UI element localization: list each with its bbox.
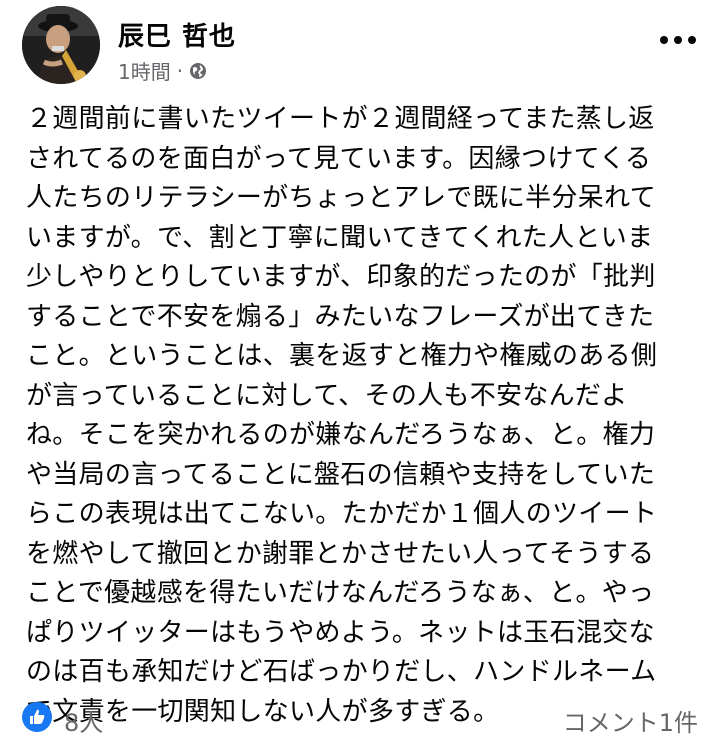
comments-count[interactable]: コメント1件 (563, 703, 698, 738)
post-footer: 8人 コメント1件 (22, 698, 698, 738)
more-dot (674, 36, 682, 44)
post-timestamp[interactable]: 1時間 (118, 56, 171, 85)
more-dot (660, 36, 668, 44)
more-dot (688, 36, 696, 44)
avatar-photo (22, 6, 100, 84)
post-body: ２週間前に書いたツイートが２週間経ってまた蒸し返 されてるのを面白がって見ていま… (26, 104, 658, 727)
thumbs-up-icon[interactable] (22, 702, 52, 732)
facebook-post: 辰巳 哲也 1時間 · ２週間前に書いたツイートが２週間経ってまた蒸し返 されて… (0, 0, 720, 754)
thumbs-up-glyph (30, 709, 45, 724)
post-meta: 1時間 · (118, 56, 207, 85)
meta-separator: · (176, 58, 184, 83)
author-name[interactable]: 辰巳 哲也 (118, 16, 236, 53)
avatar[interactable] (22, 6, 100, 84)
reactions-count[interactable]: 8人 (64, 703, 103, 738)
globe-icon (190, 62, 207, 79)
post-header: 辰巳 哲也 1時間 · (22, 6, 702, 86)
more-dots-icon[interactable] (660, 34, 696, 46)
